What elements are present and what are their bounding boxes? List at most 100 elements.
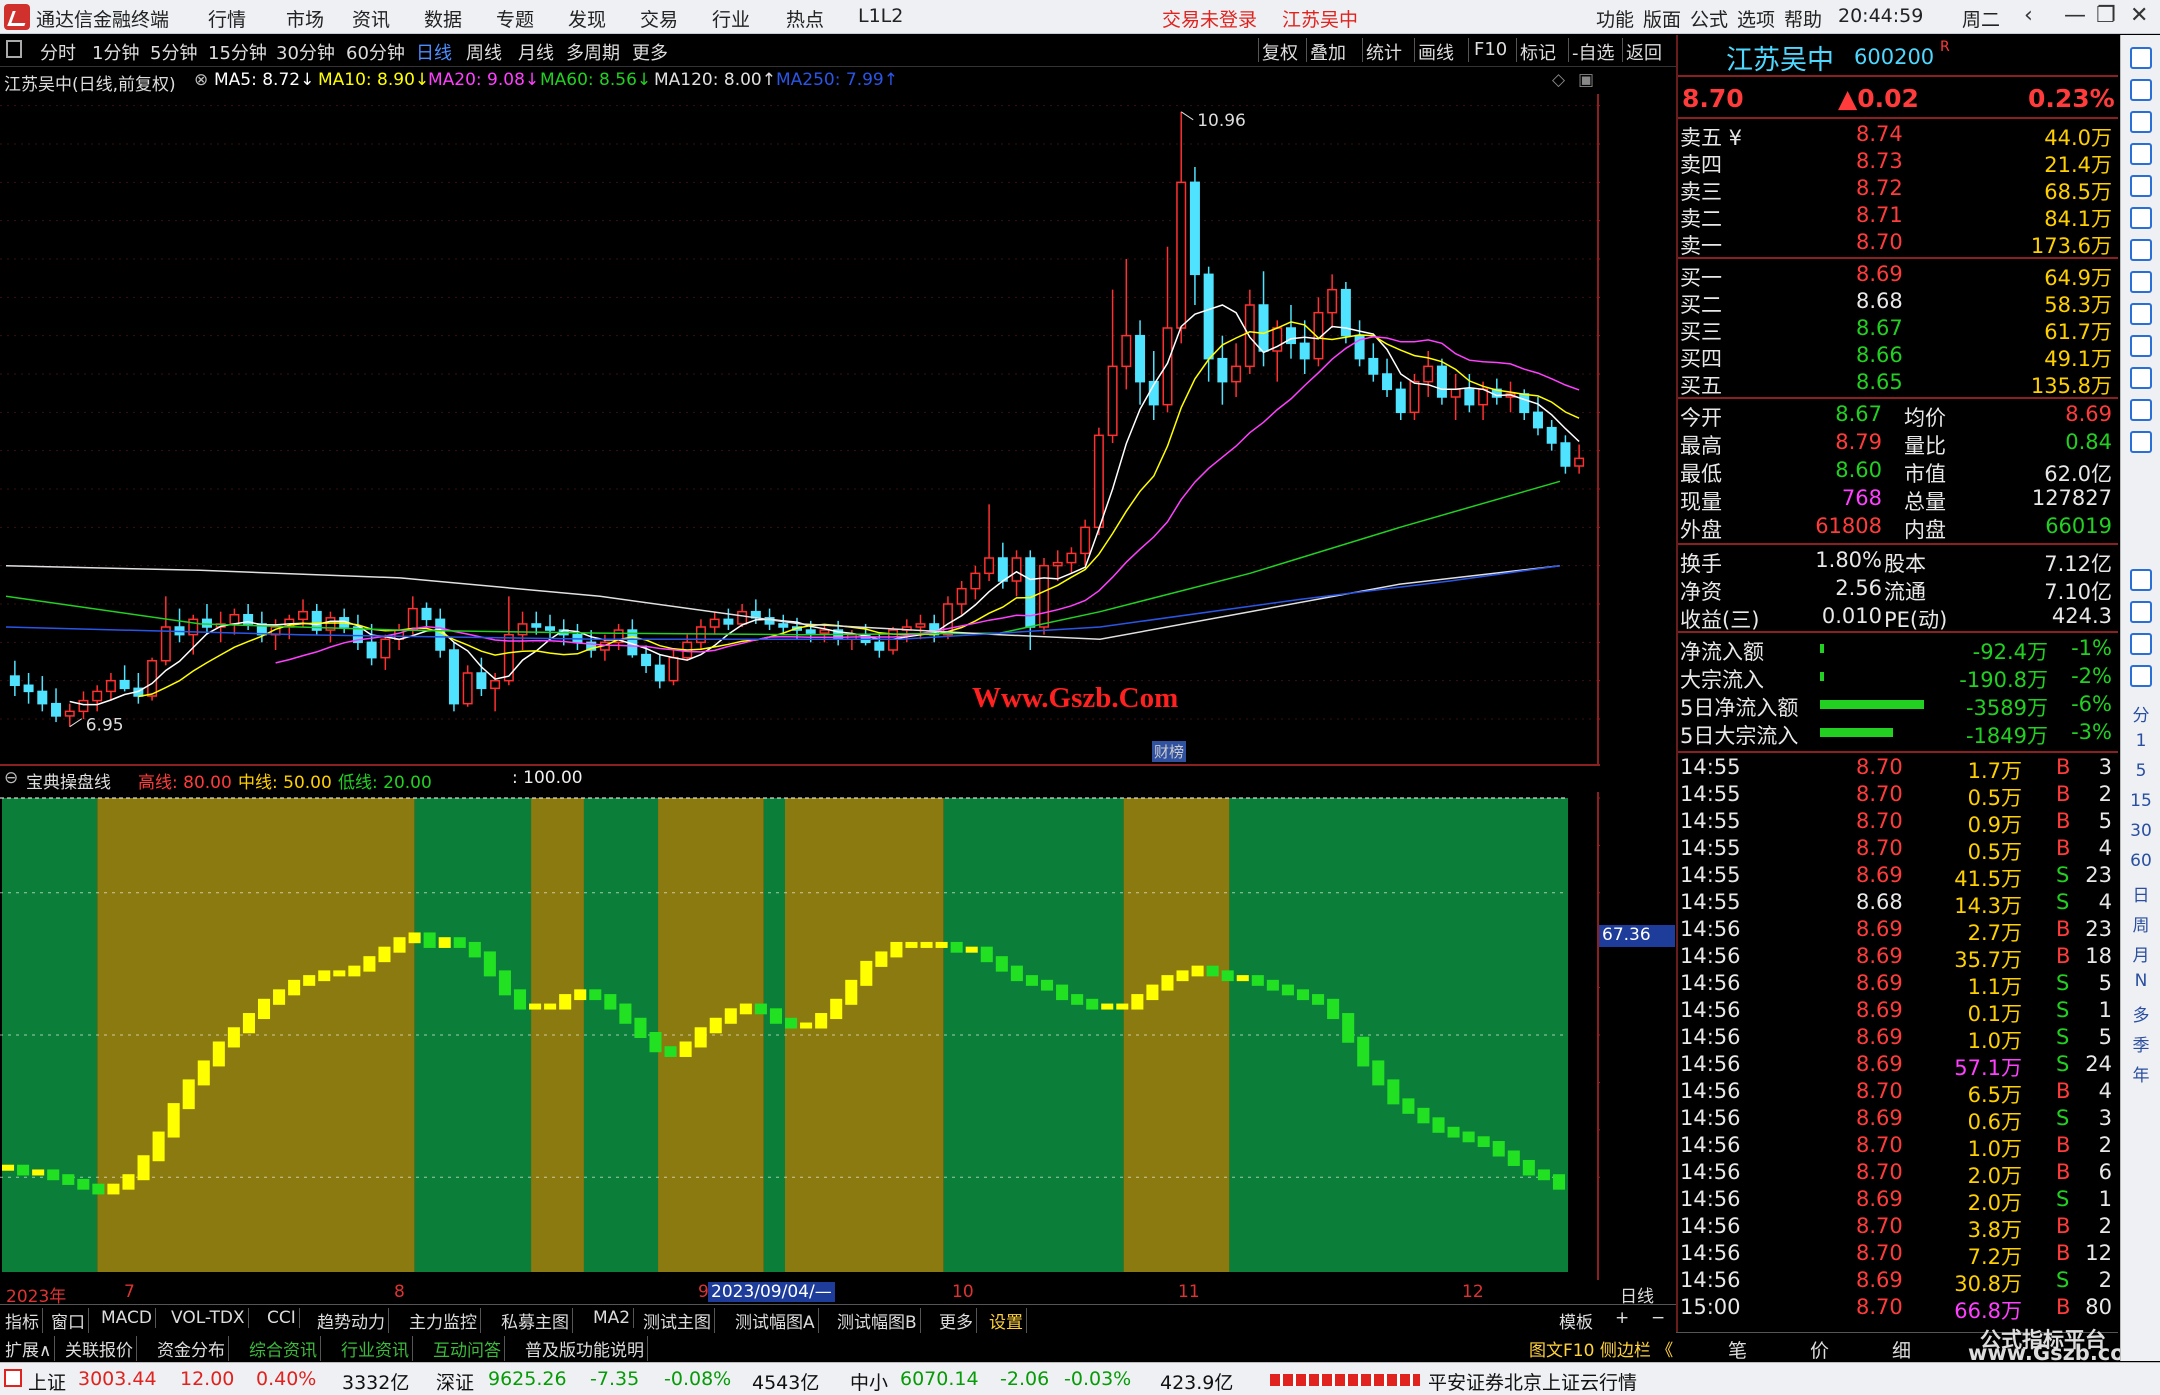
detail-tab-2[interactable]: 细 bbox=[1892, 1336, 1911, 1363]
indicator-tab-11[interactable]: 测试幅图B bbox=[834, 1308, 921, 1333]
table-icon[interactable] bbox=[2130, 143, 2152, 165]
chart-icon[interactable] bbox=[2130, 239, 2152, 261]
period-1[interactable]: 1分钟 bbox=[92, 39, 139, 65]
detail-tab-0[interactable]: 笔 bbox=[1728, 1336, 1747, 1363]
right-menu-4[interactable]: 帮助 bbox=[1784, 5, 1822, 32]
menu-1[interactable]: 市场 bbox=[286, 5, 324, 32]
period-0[interactable]: 分时 bbox=[40, 39, 76, 65]
diamond-icon[interactable]: ◇ bbox=[1552, 70, 1565, 90]
indicator-menu-icon[interactable]: ⊖ bbox=[4, 768, 18, 788]
menu-3[interactable]: 数据 bbox=[424, 5, 462, 32]
indicator-tab-3[interactable]: VOL-TDX bbox=[168, 1308, 249, 1328]
tabs-ctrl-2[interactable]: − bbox=[1648, 1308, 1668, 1328]
ext-tab-5[interactable]: 互动问答 bbox=[430, 1336, 505, 1361]
period-7[interactable]: 周线 bbox=[466, 39, 502, 65]
index-icon[interactable] bbox=[4, 1369, 22, 1387]
right-menu-2[interactable]: 公式 bbox=[1690, 5, 1728, 32]
sidebar-period-12[interactable]: 年 bbox=[2121, 1061, 2160, 1086]
login-status[interactable]: 交易未登录 bbox=[1162, 5, 1257, 32]
ratio-icon[interactable] bbox=[2130, 399, 2152, 421]
action-3[interactable]: 画线 bbox=[1418, 39, 1454, 65]
period-10[interactable]: 更多 bbox=[632, 39, 668, 65]
detail-tab-1[interactable]: 价 bbox=[1810, 1336, 1829, 1363]
right-menu-1[interactable]: 版面 bbox=[1643, 5, 1681, 32]
action-5[interactable]: 标记 bbox=[1520, 39, 1556, 65]
indicator-tab-10[interactable]: 测试幅图A bbox=[732, 1308, 819, 1333]
right-menu-3[interactable]: 选项 bbox=[1737, 5, 1775, 32]
sidebar-period-3[interactable]: 15 bbox=[2121, 791, 2160, 811]
ma-settings-icon[interactable]: ⊗ bbox=[194, 70, 208, 90]
indicator-tab-1[interactable]: 窗口 bbox=[48, 1308, 89, 1333]
rsi-icon[interactable] bbox=[2130, 569, 2152, 591]
indicator-tab-0[interactable]: 指标 bbox=[2, 1308, 43, 1333]
period-4[interactable]: 30分钟 bbox=[276, 39, 335, 65]
menu-8[interactable]: 热点 bbox=[786, 5, 824, 32]
tabs-ctrl-1[interactable]: + bbox=[1612, 1308, 1632, 1328]
period-8[interactable]: 月线 bbox=[518, 39, 554, 65]
sidebar-period-6[interactable]: 日 bbox=[2121, 881, 2160, 906]
indicator-tab-9[interactable]: 测试主图 bbox=[640, 1308, 715, 1333]
list-icon[interactable] bbox=[2130, 207, 2152, 229]
indicator-tab-5[interactable]: 趋势动力 bbox=[314, 1308, 389, 1333]
action-6[interactable]: -自选 bbox=[1572, 39, 1615, 65]
sidebar-period-10[interactable]: 多 bbox=[2121, 1001, 2160, 1026]
ext-tab-4[interactable]: 行业资讯 bbox=[338, 1336, 413, 1361]
minimize-icon[interactable]: — bbox=[2064, 3, 2086, 28]
ext-tab-6[interactable]: 普及版功能说明 bbox=[522, 1336, 648, 1361]
indicator-tab-8[interactable]: MA2 bbox=[590, 1308, 635, 1328]
close-icon[interactable]: ✕ bbox=[2130, 3, 2148, 28]
back-arrow-icon[interactable]: ‹ bbox=[2024, 3, 2033, 28]
right-menu-0[interactable]: 功能 bbox=[1596, 5, 1634, 32]
fs-icon[interactable] bbox=[2130, 665, 2152, 687]
sidebar-period-7[interactable]: 周 bbox=[2121, 911, 2160, 936]
panel-toggle-icon[interactable] bbox=[6, 40, 22, 58]
sidebar-period-4[interactable]: 30 bbox=[2121, 821, 2160, 841]
menu-9[interactable]: L1L2 bbox=[858, 5, 903, 27]
menu-2[interactable]: 资讯 bbox=[352, 5, 390, 32]
sidebar-period-8[interactable]: 月 bbox=[2121, 941, 2160, 966]
close-panel-icon[interactable] bbox=[2130, 47, 2152, 69]
calculator-icon[interactable] bbox=[2130, 175, 2152, 197]
restore-icon[interactable]: ❐ bbox=[2096, 3, 2116, 28]
indicator-tab-7[interactable]: 私募主图 bbox=[498, 1308, 573, 1333]
period-9[interactable]: 多周期 bbox=[566, 39, 620, 65]
crosshair-icon[interactable] bbox=[2130, 601, 2152, 623]
down-arrow-icon[interactable] bbox=[2130, 111, 2152, 133]
menu-4[interactable]: 专题 bbox=[496, 5, 534, 32]
sidebar-period-5[interactable]: 60 bbox=[2121, 851, 2160, 871]
grid-icon[interactable] bbox=[2130, 303, 2152, 325]
ext-tab-3[interactable]: 综合资讯 bbox=[246, 1336, 321, 1361]
menu-0[interactable]: 行情 bbox=[208, 5, 246, 32]
action-0[interactable]: 复权 bbox=[1262, 39, 1298, 65]
period-5[interactable]: 60分钟 bbox=[346, 39, 405, 65]
pencil-icon[interactable] bbox=[2130, 633, 2152, 655]
period-6[interactable]: 日线 bbox=[416, 39, 452, 65]
period-3[interactable]: 15分钟 bbox=[208, 39, 267, 65]
stock-link[interactable]: 江苏吴中 bbox=[1282, 5, 1358, 32]
menu-6[interactable]: 交易 bbox=[640, 5, 678, 32]
ext-tab-1[interactable]: 关联报价 bbox=[62, 1336, 137, 1361]
indicator-tab-13[interactable]: 设置 bbox=[986, 1308, 1027, 1333]
sidebar-period-9[interactable]: N bbox=[2121, 971, 2160, 991]
server-name[interactable]: 平安证券北京上证云行情 bbox=[1428, 1368, 1637, 1395]
indicator-chart[interactable]: 20.0030.0040.0050.0060.0070.0080.0090.00… bbox=[0, 789, 1675, 1280]
menu-5[interactable]: 发现 bbox=[568, 5, 606, 32]
action-1[interactable]: 叠加 bbox=[1310, 39, 1346, 65]
action-2[interactable]: 统计 bbox=[1366, 39, 1402, 65]
layers-icon[interactable] bbox=[2130, 367, 2152, 389]
ext-tab-2[interactable]: 资金分布 bbox=[154, 1336, 229, 1361]
action-4[interactable]: F10 bbox=[1474, 39, 1507, 60]
f10-icon[interactable] bbox=[2130, 335, 2152, 357]
sidebar-period-0[interactable]: 分 bbox=[2121, 701, 2160, 726]
window-icon[interactable]: ▣ bbox=[1578, 70, 1594, 90]
sidebar-period-11[interactable]: 季 bbox=[2121, 1031, 2160, 1056]
indicator-tab-4[interactable]: CCI bbox=[264, 1308, 300, 1328]
menu-7[interactable]: 行业 bbox=[712, 5, 750, 32]
up-arrow-icon[interactable] bbox=[2130, 79, 2152, 101]
indicator-tab-6[interactable]: 主力监控 bbox=[406, 1308, 481, 1333]
sidebar-period-1[interactable]: 1 bbox=[2121, 731, 2160, 751]
tabs-ctrl-0[interactable]: 模板 bbox=[1556, 1308, 1596, 1333]
period-2[interactable]: 5分钟 bbox=[150, 39, 197, 65]
ext-tab-0[interactable]: 扩展∧ bbox=[2, 1336, 56, 1361]
candlestick-chart[interactable]: 7.007.257.507.758.008.258.508.759.009.25… bbox=[0, 94, 1675, 766]
